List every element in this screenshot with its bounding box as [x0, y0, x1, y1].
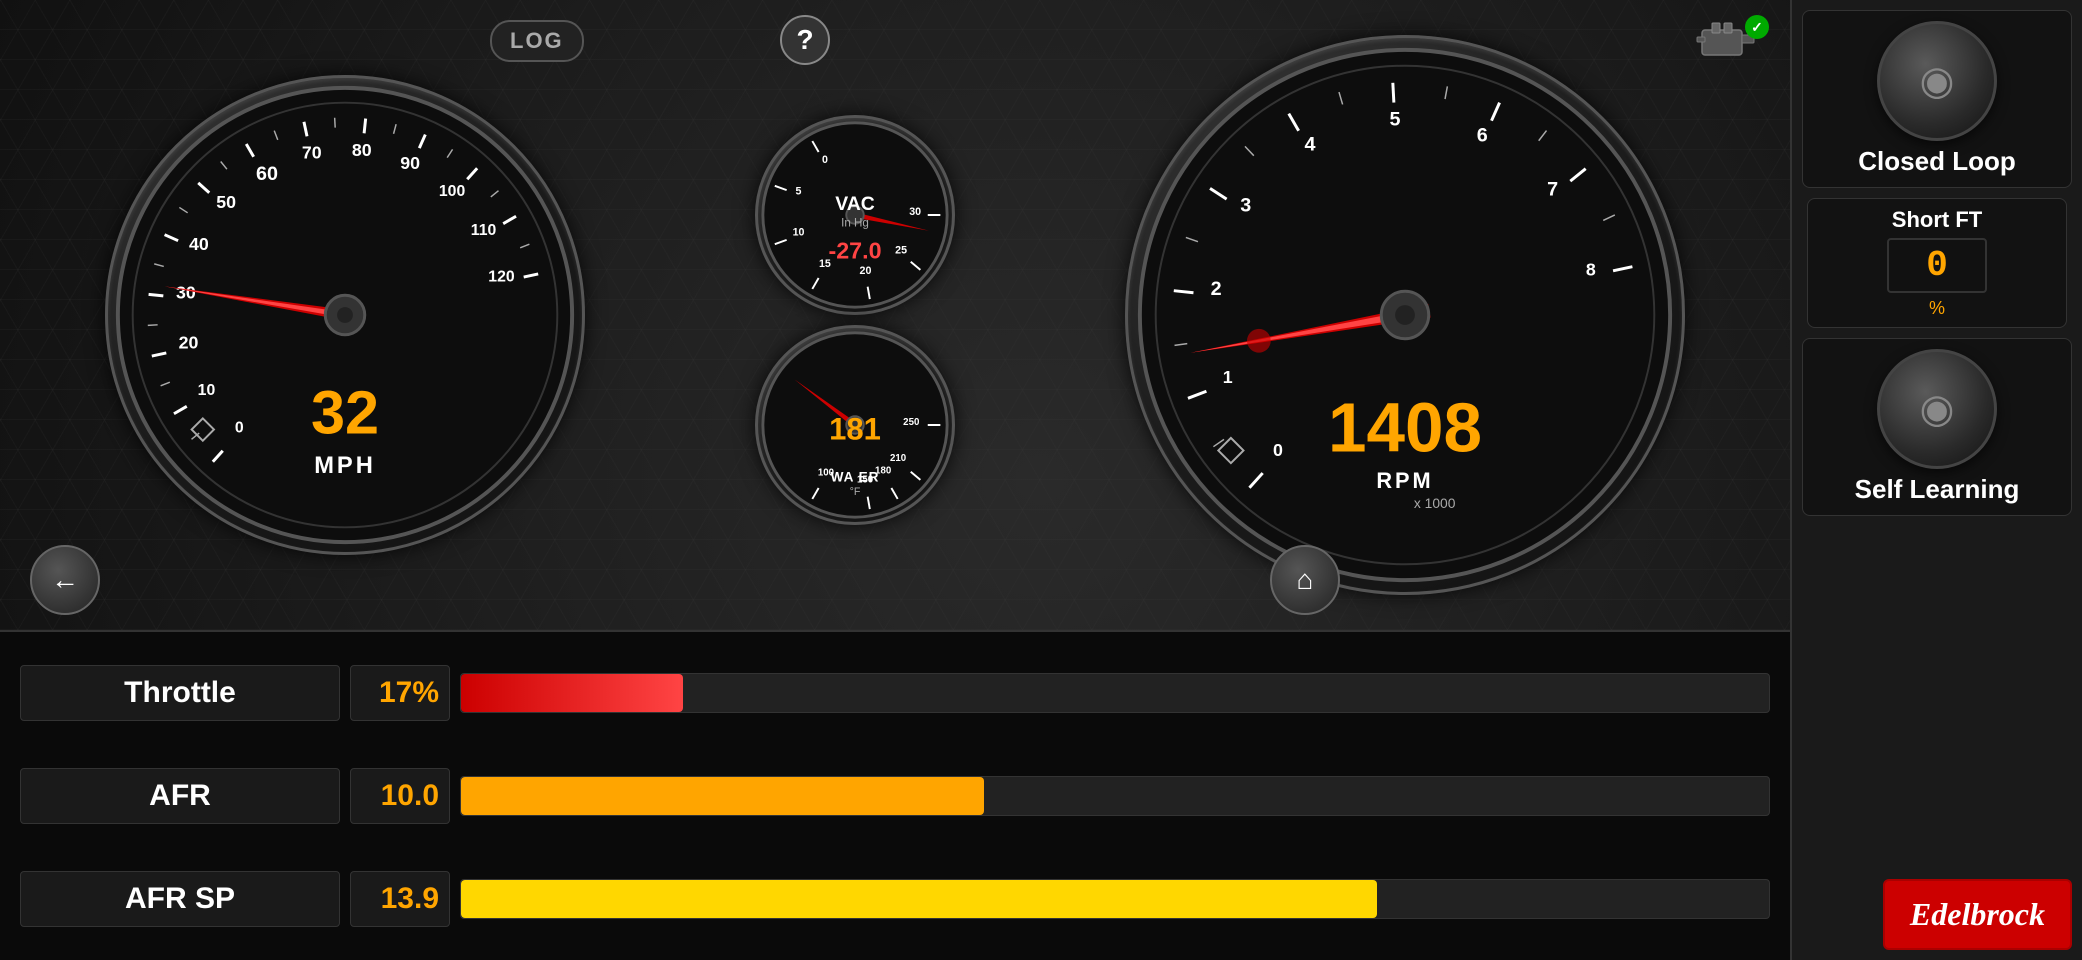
- afrsp-row: AFR SP 13.9: [20, 856, 1770, 941]
- afr-row: AFR 10.0: [20, 753, 1770, 838]
- closed-loop-section[interactable]: ◉ Closed Loop: [1802, 10, 2072, 188]
- afr-value: 10.0: [350, 768, 450, 824]
- self-learning-label: Self Learning: [1855, 474, 2020, 505]
- afrsp-fill: [461, 880, 1377, 918]
- gauge-area: 0 10 20 30: [0, 0, 1790, 630]
- short-ft-label: Short FT: [1892, 207, 1982, 233]
- speed-unit: MPH: [314, 453, 376, 479]
- home-icon: ⌂: [1297, 564, 1314, 596]
- svg-text:90: 90: [400, 153, 420, 173]
- vac-gauge: 0 5 10 15: [755, 115, 955, 315]
- svg-text:4: 4: [1305, 134, 1316, 156]
- rpm-value: 1408: [1328, 389, 1482, 467]
- water-sublabel: °F: [850, 486, 861, 498]
- svg-text:2: 2: [1211, 278, 1222, 300]
- svg-text:1: 1: [1223, 367, 1233, 387]
- svg-text:120: 120: [488, 269, 515, 286]
- svg-text:0: 0: [1273, 440, 1283, 460]
- self-learning-indicator: ◉: [1877, 349, 1997, 469]
- water-label: WA ER: [831, 469, 880, 484]
- afr-track: [460, 776, 1770, 816]
- closed-loop-icon: ◉: [1920, 58, 1955, 104]
- back-icon: ←: [51, 564, 79, 596]
- self-learning-section[interactable]: ◉ Self Learning: [1802, 338, 2072, 516]
- short-ft-section: Short FT 0 %: [1807, 198, 2067, 328]
- vac-svg: 0 5 10 15: [758, 118, 952, 312]
- svg-text:0: 0: [235, 419, 244, 436]
- tachometer-gauge: 0 1 2 3 4: [1125, 35, 1685, 595]
- svg-text:80: 80: [352, 140, 372, 160]
- speedometer-svg: 0 10 20 30: [108, 78, 582, 552]
- svg-text:5: 5: [796, 185, 802, 197]
- back-button[interactable]: ←: [30, 545, 100, 615]
- throttle-track: [460, 673, 1770, 713]
- center-gauges: 0 5 10 15: [755, 115, 955, 525]
- afrsp-track: [460, 879, 1770, 919]
- svg-text:210: 210: [890, 453, 906, 464]
- log-button[interactable]: LOG: [490, 20, 584, 62]
- self-learning-icon: ◉: [1920, 386, 1955, 432]
- engine-icon-area: ✓: [1692, 15, 1772, 65]
- water-value: 181: [829, 412, 881, 447]
- rpm-unit: RPM: [1376, 468, 1433, 493]
- svg-text:0: 0: [822, 154, 828, 166]
- svg-text:100: 100: [439, 183, 466, 200]
- afrsp-label: AFR SP: [20, 871, 340, 927]
- afr-label: AFR: [20, 768, 340, 824]
- svg-text:25: 25: [895, 245, 907, 257]
- right-panel: ◉ Closed Loop Short FT 0 % ◉ Self Learni…: [1790, 0, 2082, 960]
- short-ft-value: 0: [1926, 245, 1948, 286]
- throttle-value: 17%: [350, 665, 450, 721]
- help-button[interactable]: ?: [780, 15, 830, 65]
- home-button[interactable]: ⌂: [1270, 545, 1340, 615]
- svg-text:✓: ✓: [1751, 19, 1763, 35]
- svg-text:60: 60: [256, 163, 278, 185]
- tachometer-svg: 0 1 2 3 4: [1128, 38, 1682, 592]
- closed-loop-indicator: ◉: [1877, 21, 1997, 141]
- speed-value: 32: [311, 379, 379, 447]
- vac-label: VAC: [835, 193, 875, 215]
- svg-text:5: 5: [1390, 108, 1401, 130]
- main-background: 0 10 20 30: [0, 0, 2082, 960]
- vac-sublabel: In Hg: [841, 217, 869, 230]
- water-svg: 100 150 180 210 250: [758, 328, 952, 522]
- svg-text:30: 30: [909, 206, 921, 218]
- svg-text:7: 7: [1547, 178, 1558, 200]
- svg-text:30: 30: [176, 282, 196, 302]
- throttle-fill: [461, 674, 683, 712]
- svg-text:20: 20: [860, 265, 872, 277]
- svg-text:70: 70: [302, 143, 322, 163]
- rpm-subunit: x 1000: [1414, 495, 1456, 511]
- svg-text:250: 250: [903, 417, 919, 428]
- svg-text:3: 3: [1240, 195, 1251, 217]
- throttle-row: Throttle 17%: [20, 651, 1770, 736]
- short-ft-unit: %: [1929, 298, 1945, 319]
- svg-text:10: 10: [793, 227, 805, 239]
- speedometer-gauge: 0 10 20 30: [105, 75, 585, 555]
- svg-text:110: 110: [471, 222, 497, 239]
- svg-text:8: 8: [1586, 260, 1596, 280]
- closed-loop-label: Closed Loop: [1858, 146, 2015, 177]
- edelbrock-logo: Edelbrock: [1883, 879, 2072, 950]
- water-gauge: 100 150 180 210 250: [755, 325, 955, 525]
- afrsp-value: 13.9: [350, 871, 450, 927]
- svg-text:10: 10: [198, 382, 216, 399]
- throttle-label: Throttle: [20, 665, 340, 721]
- svg-text:6: 6: [1477, 124, 1488, 146]
- svg-text:40: 40: [189, 234, 209, 254]
- vac-value: -27.0: [828, 238, 881, 264]
- svg-text:20: 20: [179, 332, 199, 352]
- afr-fill: [461, 777, 984, 815]
- bottom-bar: Throttle 17% AFR 10.0 AFR SP 13.9: [0, 630, 1790, 960]
- svg-text:50: 50: [216, 192, 236, 212]
- engine-icon: ✓: [1692, 15, 1772, 65]
- short-ft-display: 0: [1887, 238, 1987, 293]
